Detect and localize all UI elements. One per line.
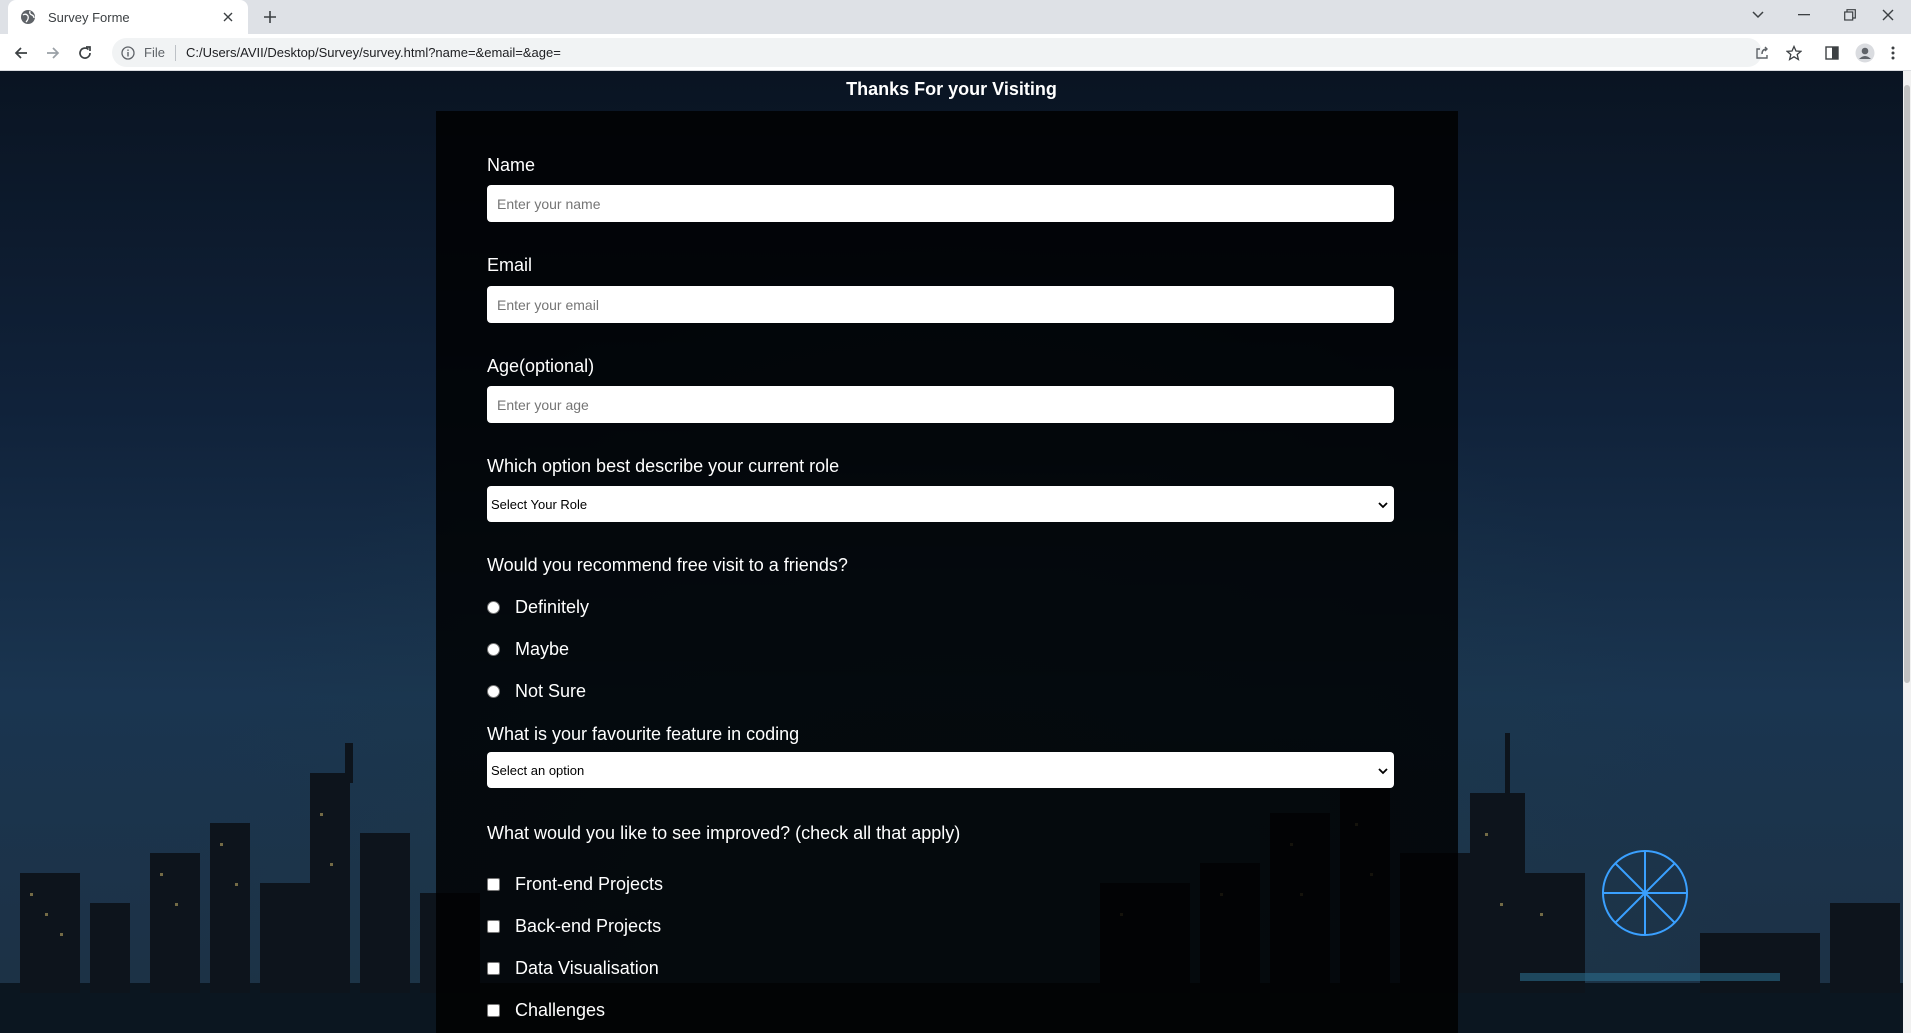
radio-label: Maybe: [515, 639, 570, 659]
radio-button[interactable]: [487, 601, 500, 614]
name-input[interactable]: [487, 185, 1394, 222]
scrollbar-thumb[interactable]: [1904, 85, 1910, 683]
checkbox-label: Data Visualisation: [515, 958, 659, 978]
page-viewport: Thanks For your Visiting Name Email Age(…: [0, 71, 1903, 1033]
browser-tab[interactable]: Survey Forme: [8, 0, 248, 34]
feature-select[interactable]: Select an option: [487, 752, 1394, 788]
checkbox-label: Back-end Projects: [515, 916, 662, 936]
bookmark-star-icon[interactable]: [1781, 40, 1807, 66]
tab-search-chevron-icon[interactable]: [1735, 0, 1781, 30]
checkbox[interactable]: [487, 1004, 500, 1017]
share-icon[interactable]: [1749, 40, 1775, 66]
name-label: Name: [487, 155, 536, 175]
address-bar[interactable]: File C:/Users/AVII/Desktop/Survey/survey…: [112, 38, 1762, 67]
checkbox[interactable]: [487, 878, 500, 891]
feature-label: What is your favourite feature in coding: [487, 724, 800, 744]
url-scheme-label: File: [144, 45, 165, 60]
radio-label: Not Sure: [515, 681, 587, 701]
checkbox-data-visualisation[interactable]: Data Visualisation: [487, 958, 659, 979]
role-label: Which option best describe your current …: [487, 456, 840, 476]
profile-avatar-icon[interactable]: [1852, 40, 1878, 66]
tab-title: Survey Forme: [48, 9, 130, 25]
minimize-icon[interactable]: [1781, 0, 1827, 30]
radio-button[interactable]: [487, 643, 500, 656]
forward-icon[interactable]: [40, 40, 66, 66]
role-select-value: Select Your Role: [491, 496, 588, 512]
improve-label: What would you like to see improved? (ch…: [487, 823, 961, 843]
checkbox-label: Front-end Projects: [515, 874, 664, 894]
menu-dots-icon[interactable]: [1885, 40, 1901, 66]
new-tab-icon[interactable]: [258, 5, 282, 29]
info-icon[interactable]: [118, 43, 138, 63]
radio-definitely[interactable]: Definitely: [487, 597, 589, 618]
browser-toolbar: File C:/Users/AVII/Desktop/Survey/survey…: [0, 34, 1911, 71]
checkbox[interactable]: [487, 920, 500, 933]
survey-form: Name Email Age(optional) Which option be…: [436, 111, 1458, 1033]
side-panel-icon[interactable]: [1819, 40, 1845, 66]
checkbox-challenges[interactable]: Challenges: [487, 1000, 605, 1021]
checkbox[interactable]: [487, 962, 500, 975]
omnibox-divider: [174, 44, 176, 61]
checkbox-label: Challenges: [515, 1000, 606, 1020]
ferris-wheel: [1602, 850, 1688, 936]
role-select[interactable]: Select Your Role: [487, 486, 1394, 522]
recommend-label: Would you recommend free visit to a frie…: [487, 555, 848, 575]
email-input[interactable]: [487, 286, 1394, 323]
radio-button[interactable]: [487, 685, 500, 698]
back-icon[interactable]: [8, 40, 34, 66]
url-text[interactable]: C:/Users/AVII/Desktop/Survey/survey.html…: [186, 45, 561, 60]
email-label: Email: [487, 255, 533, 275]
globe-icon: [20, 9, 36, 25]
chevron-down-icon: [1378, 497, 1388, 512]
chevron-down-icon: [1378, 763, 1388, 778]
radio-maybe[interactable]: Maybe: [487, 639, 569, 660]
radio-label: Definitely: [515, 597, 590, 617]
reload-icon[interactable]: [72, 40, 98, 66]
page-scrollbar[interactable]: [1903, 71, 1911, 1033]
tab-strip: Survey Forme: [0, 0, 1911, 34]
close-tab-icon[interactable]: [218, 7, 238, 27]
checkbox-front-end[interactable]: Front-end Projects: [487, 874, 663, 895]
radio-not-sure[interactable]: Not Sure: [487, 681, 586, 702]
close-window-icon[interactable]: [1865, 0, 1911, 30]
page-title: Thanks For your Visiting: [846, 79, 1057, 99]
age-label: Age(optional): [487, 356, 595, 376]
feature-select-value: Select an option: [491, 762, 585, 778]
checkbox-back-end[interactable]: Back-end Projects: [487, 916, 661, 937]
age-input[interactable]: [487, 386, 1394, 423]
